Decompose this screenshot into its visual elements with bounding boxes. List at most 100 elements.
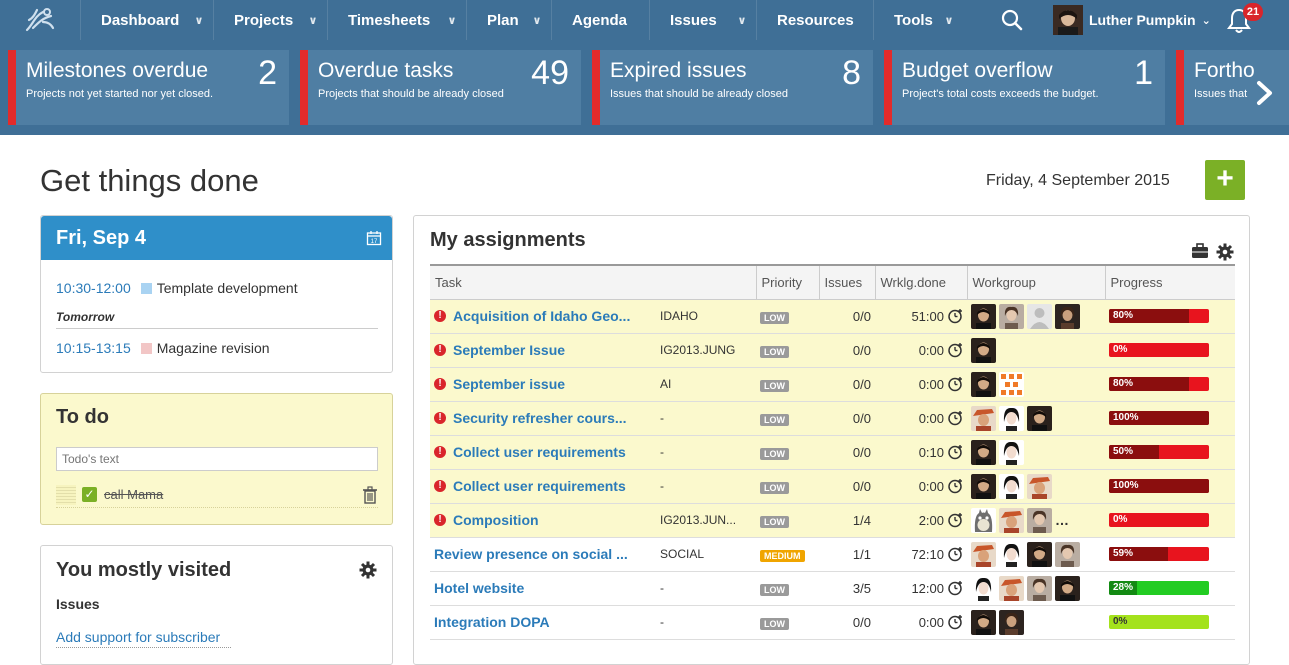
table-row[interactable]: Review presence on social ... SOCIAL MEDIU…	[430, 537, 1235, 572]
member-avatar[interactable]	[999, 575, 1024, 601]
task-link[interactable]: ! September issue	[434, 376, 565, 392]
table-row[interactable]: Integration DOPA - LOW 0/0 0:00 0%	[430, 605, 1235, 640]
task-link[interactable]: ! Acquisition of Idaho Geo...	[434, 308, 630, 324]
alert-card[interactable]: Overdue tasks Projects that should be alr…	[300, 50, 581, 125]
column-header[interactable]: Progress	[1104, 264, 1235, 300]
column-header[interactable]: Issues	[818, 264, 875, 300]
column-header[interactable]: Workgroup	[966, 264, 1105, 300]
nav-item-tools[interactable]: Tools ∨	[873, 0, 963, 40]
visited-link[interactable]: Add support for subscriber	[56, 629, 231, 648]
column-header[interactable]: Wrklg.done	[874, 264, 967, 300]
alert-card[interactable]: Expired issues Issues that should be alre…	[592, 50, 873, 125]
search-icon[interactable]	[1000, 8, 1024, 32]
member-avatar[interactable]	[971, 337, 996, 363]
member-avatar[interactable]	[1027, 303, 1052, 329]
task-link[interactable]: ! Collect user requirements	[434, 444, 626, 460]
table-row[interactable]: ! Collect user requirements - LOW 0/0 0:00 100…	[430, 469, 1235, 504]
nav-item-resources[interactable]: Resources	[756, 0, 873, 40]
chevron-down-icon[interactable]: ∨	[935, 14, 963, 27]
calendar-event[interactable]: 10:30-12:00 Template development	[56, 280, 298, 296]
add-worklog-icon[interactable]	[947, 478, 963, 494]
table-row[interactable]: ! September issue AI LOW 0/0 0:00 80%	[430, 367, 1235, 402]
nav-item-plan[interactable]: Plan ∨	[466, 0, 551, 40]
briefcase-icon[interactable]	[1191, 243, 1209, 259]
member-avatar[interactable]	[1027, 405, 1052, 431]
add-worklog-icon[interactable]	[947, 410, 963, 426]
calendar-icon[interactable]: 17	[366, 230, 382, 246]
chevron-right-icon[interactable]	[1254, 78, 1280, 108]
member-avatar[interactable]	[1027, 507, 1052, 533]
member-avatar[interactable]	[999, 439, 1024, 465]
add-worklog-icon[interactable]	[947, 342, 963, 358]
table-row[interactable]: ! Security refresher cours... - LOW 0/0 0:00 1…	[430, 401, 1235, 436]
alert-card[interactable]: Budget overflow Project's total costs exc…	[884, 50, 1165, 125]
member-avatar[interactable]	[971, 371, 996, 397]
member-avatar[interactable]	[1055, 303, 1080, 329]
task-link[interactable]: Review presence on social ...	[434, 546, 628, 562]
member-avatar[interactable]	[971, 609, 996, 635]
member-avatar[interactable]	[971, 439, 996, 465]
member-avatar[interactable]	[999, 609, 1024, 635]
member-avatar[interactable]	[999, 541, 1024, 567]
todo-item[interactable]: ✓ call Mama	[56, 482, 378, 508]
chevron-down-icon[interactable]: ∨	[523, 14, 551, 27]
member-avatar[interactable]	[971, 507, 996, 533]
task-link[interactable]: Integration DOPA	[434, 614, 550, 630]
member-avatar[interactable]	[999, 405, 1024, 431]
member-avatar[interactable]	[971, 303, 996, 329]
task-link[interactable]: ! Security refresher cours...	[434, 410, 627, 426]
chevron-down-icon[interactable]: ∨	[728, 14, 756, 27]
task-link[interactable]: Hotel website	[434, 580, 524, 596]
member-avatar[interactable]	[999, 507, 1024, 533]
chevron-down-icon[interactable]: ∨	[438, 14, 466, 27]
member-avatar[interactable]	[971, 541, 996, 567]
table-row[interactable]: ! Acquisition of Idaho Geo... IDAHO LOW 0/0 5…	[430, 299, 1235, 334]
task-link[interactable]: ! Composition	[434, 512, 539, 528]
member-avatar[interactable]	[1027, 541, 1052, 567]
todo-checkbox[interactable]: ✓	[82, 487, 97, 502]
table-row[interactable]: ! Composition IG2013.JUN... LOW 1/4 2:00 … 0%	[430, 503, 1235, 538]
more-icon[interactable]: …	[1055, 512, 1070, 528]
task-link[interactable]: ! September Issue	[434, 342, 565, 358]
gear-icon[interactable]	[1216, 243, 1234, 261]
member-avatar[interactable]	[1027, 575, 1052, 601]
add-worklog-icon[interactable]	[947, 580, 963, 596]
nav-item-timesheets[interactable]: Timesheets ∨	[327, 0, 466, 40]
member-avatar[interactable]	[971, 405, 996, 431]
nav-item-projects[interactable]: Projects ∨	[213, 0, 327, 40]
nav-item-agenda[interactable]: Agenda	[551, 0, 649, 40]
table-row[interactable]: ! Collect user requirements - LOW 0/0 0:10 50%	[430, 435, 1235, 470]
add-worklog-icon[interactable]	[947, 614, 963, 630]
member-avatar[interactable]	[971, 473, 996, 499]
member-avatar[interactable]	[1055, 541, 1080, 567]
member-avatar[interactable]	[1055, 575, 1080, 601]
chevron-down-icon[interactable]: ∨	[185, 14, 213, 27]
trash-icon[interactable]	[362, 485, 378, 504]
chevron-down-icon[interactable]: ∨	[299, 14, 327, 27]
gear-icon[interactable]	[359, 561, 377, 579]
task-link[interactable]: ! Collect user requirements	[434, 478, 626, 494]
user-menu[interactable]: Luther Pumpkin ⌄	[1053, 5, 1211, 35]
calendar-event[interactable]: 10:15-13:15 Magazine revision	[56, 340, 270, 356]
table-row[interactable]: ! September Issue IG2013.JUNG LOW 0/0 0:00 0%	[430, 333, 1235, 368]
todo-input[interactable]	[56, 447, 378, 471]
add-worklog-icon[interactable]	[947, 444, 963, 460]
alert-card[interactable]: Milestones overdue Projects not yet start…	[8, 50, 289, 125]
table-row[interactable]: Hotel website - LOW 3/5 12:00 28%	[430, 571, 1235, 606]
column-header[interactable]: Priority	[755, 264, 819, 300]
add-worklog-icon[interactable]	[947, 376, 963, 392]
member-avatar[interactable]	[999, 473, 1024, 499]
column-header[interactable]: Task	[430, 264, 756, 300]
drag-handle-icon[interactable]	[56, 484, 76, 505]
add-worklog-icon[interactable]	[947, 308, 963, 324]
app-logo-icon[interactable]	[0, 0, 80, 40]
member-avatar[interactable]	[971, 575, 996, 601]
member-avatar[interactable]	[999, 371, 1024, 397]
add-button[interactable]: +	[1205, 160, 1245, 200]
nav-item-dashboard[interactable]: Dashboard ∨	[80, 0, 213, 40]
member-avatar[interactable]	[1027, 473, 1052, 499]
member-avatar[interactable]	[999, 303, 1024, 329]
add-worklog-icon[interactable]	[947, 546, 963, 562]
add-worklog-icon[interactable]	[947, 512, 963, 528]
nav-item-issues[interactable]: Issues ∨	[649, 0, 756, 40]
